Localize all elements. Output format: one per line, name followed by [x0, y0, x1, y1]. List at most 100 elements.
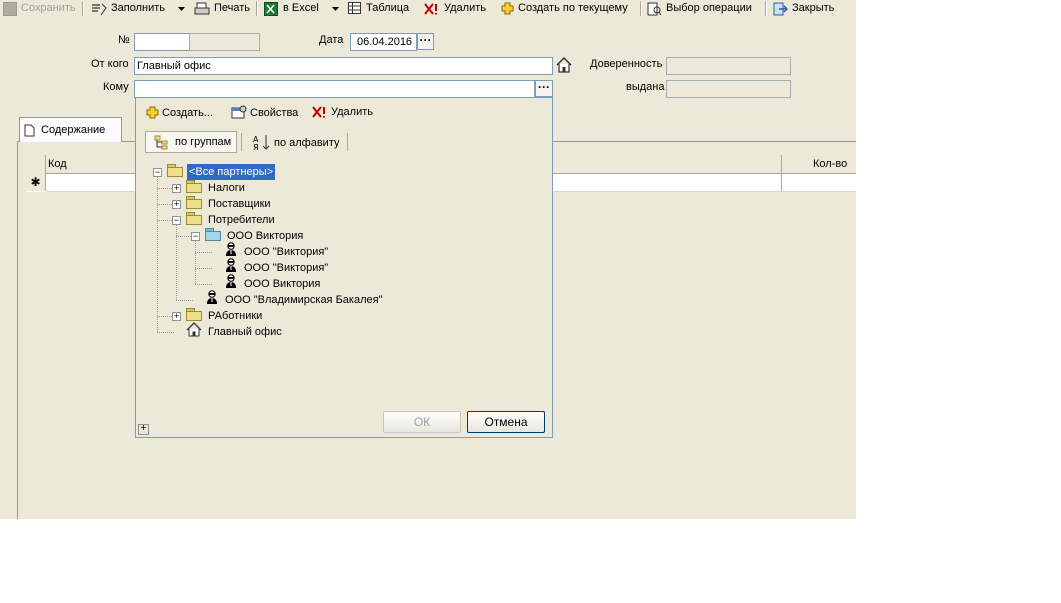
delete-icon — [424, 2, 437, 15]
tree-item[interactable]: <Все партнеры> — [167, 163, 276, 181]
date-picker-button[interactable]: ··· — [417, 33, 434, 50]
from-field[interactable]: Главный офис — [134, 57, 553, 75]
tree-connector — [195, 252, 212, 253]
partner-tree: − <Все партнеры> + Налоги + Поставщики − Потреб… — [136, 163, 552, 344]
column-header-code[interactable]: Код — [48, 155, 67, 173]
issued-field — [666, 80, 791, 98]
expand-icon[interactable]: + — [172, 200, 181, 209]
tree-item-label: ООО Виктория — [244, 278, 321, 290]
document-window: Сохранить Заполнить Печать в Excel Табли… — [0, 0, 856, 519]
tree-item-label: Поставщики — [208, 198, 271, 210]
fill-button[interactable]: Заполнить — [91, 0, 165, 17]
collapse-icon[interactable]: − — [191, 232, 200, 241]
to-select-button[interactable]: ··· — [535, 80, 553, 97]
tree-item[interactable]: Главный офис — [186, 322, 284, 342]
popup-create-button[interactable]: Создать... — [146, 106, 213, 119]
tree-connector — [195, 241, 196, 284]
tree-item[interactable]: ООО "Виктория" — [224, 258, 330, 276]
number-label: № — [118, 34, 130, 46]
tree-item[interactable]: ООО Виктория — [224, 274, 322, 294]
date-label: Дата — [319, 34, 344, 46]
create-from-current-button[interactable]: Создать по текущему — [501, 0, 628, 17]
close-button[interactable]: Закрыть — [773, 0, 834, 17]
fill-icon — [92, 3, 107, 15]
print-button[interactable]: Печать — [194, 0, 250, 17]
toolbar-separator — [256, 1, 258, 16]
tree-item-label: ООО "Владимирская Бакалея" — [225, 294, 383, 306]
tree-item[interactable]: Потребители — [186, 211, 277, 229]
person-icon — [224, 274, 238, 294]
folder-icon — [186, 179, 202, 197]
table-icon — [348, 2, 361, 14]
house-icon[interactable] — [555, 56, 573, 77]
toolbar-separator — [241, 133, 242, 151]
power-of-attorney-field — [666, 57, 791, 75]
properties-icon — [231, 105, 247, 119]
hierarchy-icon — [154, 135, 168, 150]
date-field[interactable]: 06.04.2016 — [350, 33, 417, 51]
resize-grip-icon[interactable]: + — [138, 424, 149, 435]
tree-item-label: ООО "Виктория" — [244, 262, 329, 274]
document-search-icon — [647, 2, 662, 15]
toolbar-separator — [765, 1, 767, 16]
number-field[interactable] — [134, 33, 190, 51]
tree-item-label: РАботники — [208, 310, 263, 322]
tree-item-label: Главный офис — [208, 326, 282, 338]
fill-dropdown-arrow[interactable] — [178, 0, 186, 17]
excel-icon — [264, 1, 278, 16]
tree-connector — [157, 332, 174, 333]
collapse-icon[interactable]: − — [153, 168, 162, 177]
popup-delete-button[interactable]: Удалить — [312, 105, 373, 119]
excel-button[interactable]: в Excel — [264, 0, 319, 17]
tab-panel-left-border — [17, 141, 18, 519]
tree-item-label: <Все партнеры> — [187, 164, 276, 180]
tree-connector — [157, 177, 158, 332]
column-header-qty[interactable]: Кол-во — [813, 155, 847, 173]
new-row-marker: ✱ — [26, 173, 46, 191]
popup-by-groups-toggle[interactable]: по группам — [145, 131, 237, 153]
popup-properties-button[interactable]: Свойства — [231, 105, 298, 120]
expand-icon[interactable]: + — [172, 312, 181, 321]
tree-item[interactable]: ООО "Виктория" — [224, 242, 330, 260]
folder-open-icon — [186, 211, 202, 229]
delete-button[interactable]: Удалить — [424, 0, 486, 17]
choose-operation-button[interactable]: Выбор операции — [647, 0, 752, 17]
save-button[interactable]: Сохранить — [3, 0, 76, 17]
save-icon — [3, 1, 17, 16]
table-button[interactable]: Таблица — [348, 0, 409, 17]
toolbar-separator — [82, 1, 84, 16]
tree-item[interactable]: Поставщики — [186, 195, 273, 212]
expand-icon[interactable]: + — [172, 184, 181, 193]
tree-item-label: ООО "Виктория" — [244, 246, 329, 258]
tab-content[interactable]: Содержание — [19, 117, 122, 142]
delete-icon — [312, 106, 325, 118]
plus-icon — [501, 2, 514, 15]
to-field[interactable] — [134, 80, 535, 98]
ok-button[interactable]: ОК — [383, 411, 461, 433]
tree-item[interactable]: ООО Виктория — [205, 227, 305, 245]
house-icon — [186, 322, 202, 342]
tree-item[interactable]: ООО "Владимирская Бакалея" — [205, 290, 384, 310]
tree-connector — [176, 300, 193, 301]
printer-icon — [194, 2, 210, 14]
cancel-button[interactable]: Отмена — [467, 411, 545, 433]
collapse-icon[interactable]: − — [172, 216, 181, 225]
tree-connector — [195, 284, 212, 285]
sort-alpha-icon: AЯ — [253, 135, 270, 151]
from-label: От кого — [91, 58, 129, 70]
tree-item[interactable]: Налоги — [186, 179, 247, 197]
plus-icon — [146, 106, 159, 119]
excel-dropdown-arrow[interactable] — [332, 0, 340, 17]
grid-corner — [26, 155, 46, 173]
tree-item-label: Налоги — [208, 182, 245, 194]
number-suffix-field — [189, 33, 260, 51]
exit-icon — [773, 2, 788, 15]
toolbar-separator — [347, 133, 348, 151]
folder-open-blue-icon — [205, 227, 221, 245]
to-label: Кому — [103, 81, 129, 93]
tree-item-label: Потребители — [208, 214, 275, 226]
popup-alphabetical-toggle[interactable]: AЯ по алфавиту — [253, 134, 339, 151]
person-icon — [205, 290, 219, 310]
issued-label: выдана — [626, 81, 665, 93]
folder-open-icon — [167, 163, 183, 181]
